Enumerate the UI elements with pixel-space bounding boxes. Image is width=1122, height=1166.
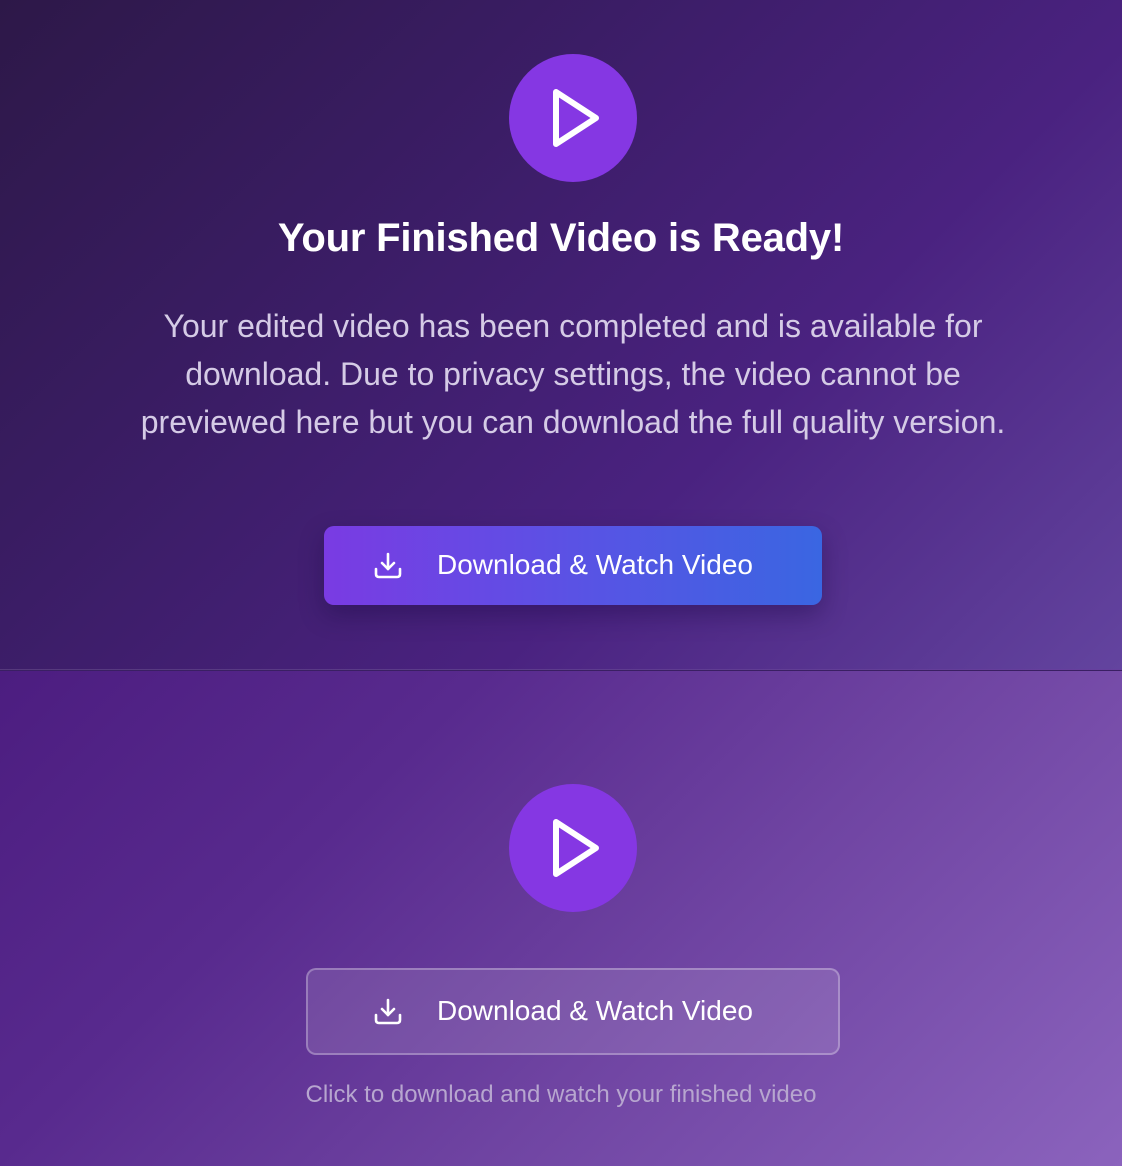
page-title: Your Finished Video is Ready! (277, 216, 845, 260)
helper-text: Click to download and watch your finishe… (305, 1081, 817, 1108)
description-text: Your edited video has been completed and… (140, 308, 1006, 440)
download-watch-button-secondary-label: Download & Watch Video (437, 995, 753, 1026)
play-icon (509, 54, 637, 182)
download-icon (374, 552, 402, 579)
download-watch-button-label: Download & Watch Video (437, 549, 753, 580)
play-icon (509, 784, 637, 912)
download-icon (374, 998, 402, 1025)
